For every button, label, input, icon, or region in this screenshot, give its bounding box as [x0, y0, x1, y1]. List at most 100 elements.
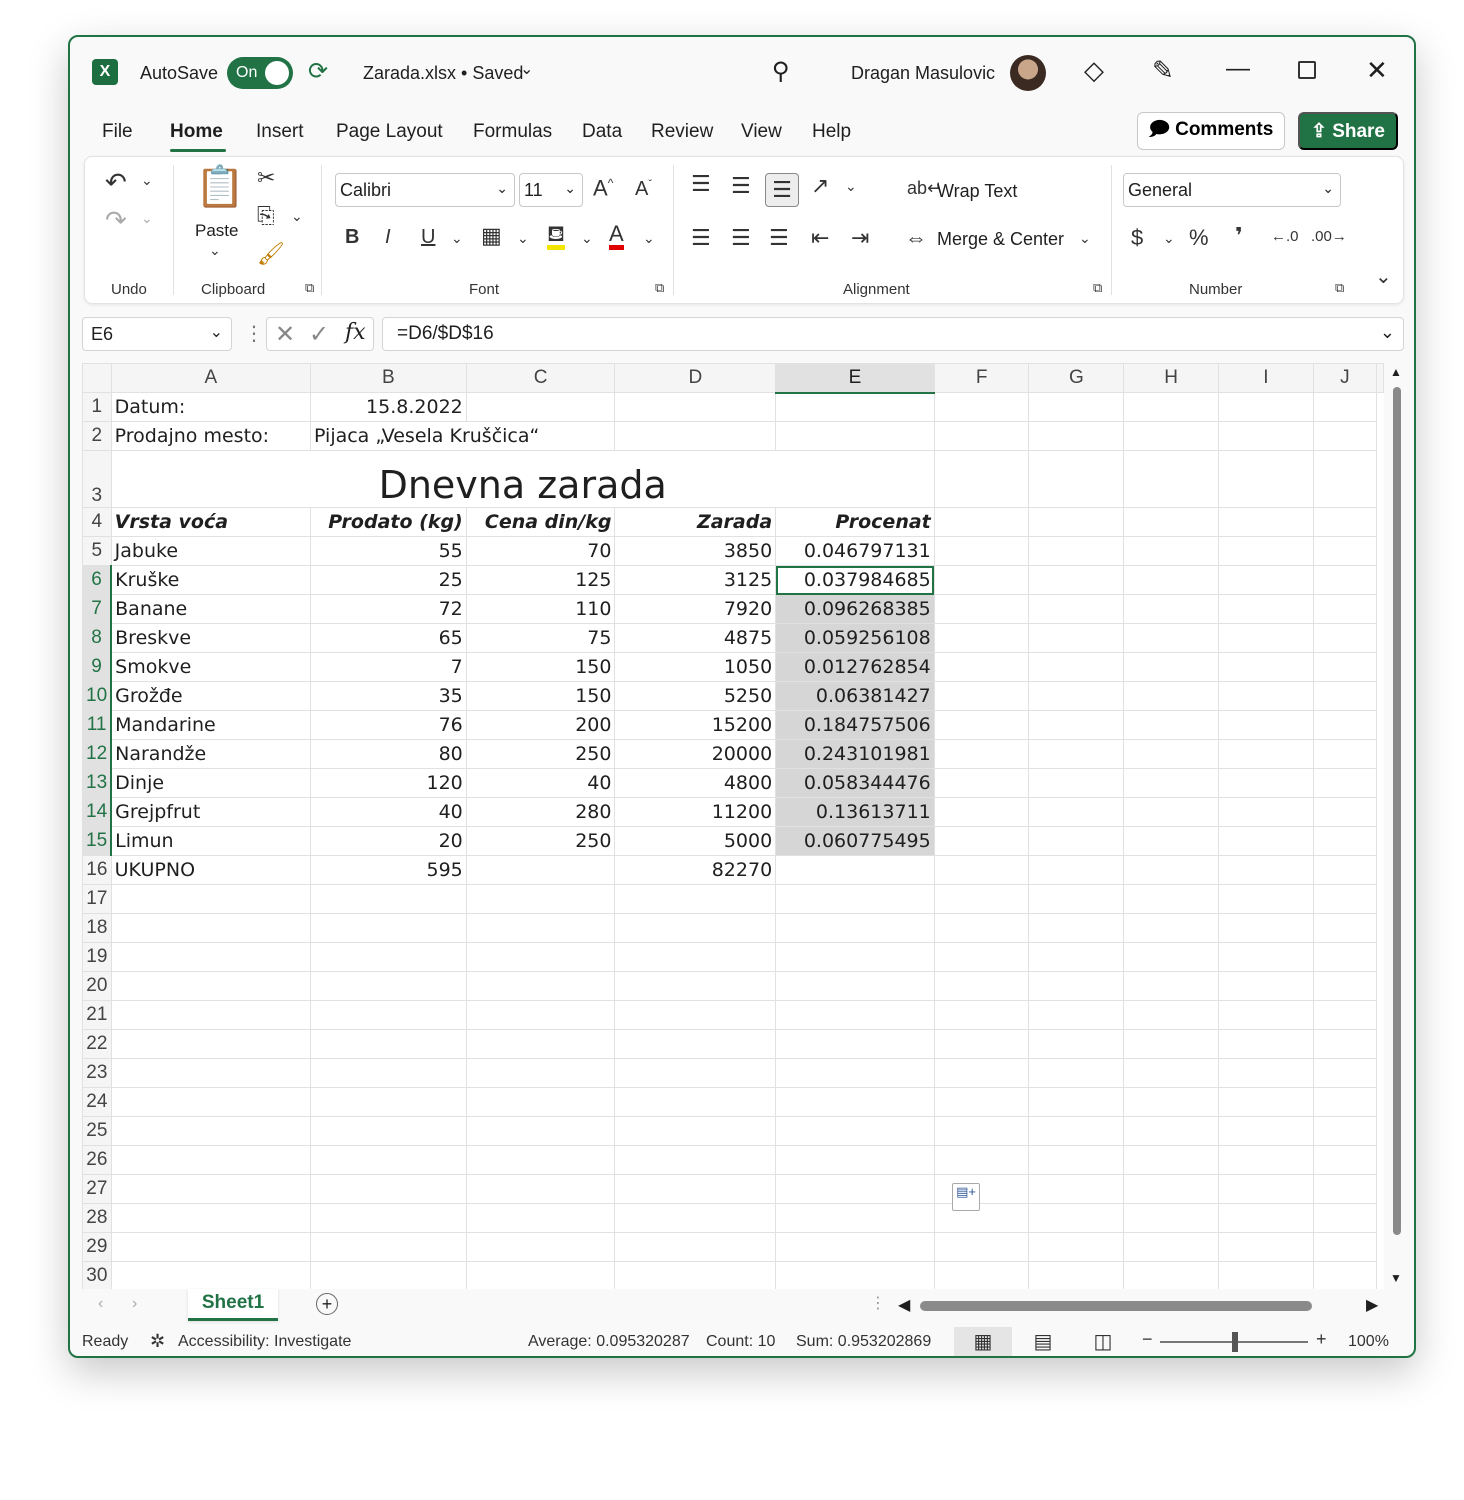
cell[interactable]: 20 [310, 826, 467, 856]
cell[interactable] [1218, 392, 1314, 422]
avatar[interactable] [1010, 55, 1046, 91]
copy-icon[interactable]: ⎘ [257, 205, 275, 227]
maximize-icon[interactable] [1298, 61, 1316, 79]
row-header-15[interactable]: 15 [82, 826, 113, 856]
cell[interactable] [1312, 1174, 1378, 1204]
cell[interactable]: 65 [310, 623, 467, 653]
tab-view[interactable]: View [741, 121, 782, 143]
decrease-indent-icon[interactable]: ⇤ [811, 227, 829, 249]
cell[interactable] [1123, 710, 1220, 740]
cell[interactable] [1028, 507, 1125, 537]
cell[interactable] [465, 1000, 616, 1030]
tab-formulas[interactable]: Formulas [473, 121, 552, 143]
cell[interactable] [1028, 392, 1125, 422]
quick-analysis-icon[interactable]: ▤+ [952, 1183, 980, 1211]
cell[interactable] [1218, 739, 1314, 769]
cell[interactable] [614, 1116, 777, 1146]
cell[interactable]: 25 [310, 565, 467, 595]
cell[interactable] [775, 1174, 935, 1204]
status-count[interactable]: Count: 10 [706, 1333, 775, 1351]
cell[interactable]: Narandže [110, 739, 312, 769]
cell[interactable]: 70 [465, 536, 616, 566]
cell[interactable] [1312, 681, 1378, 711]
cell[interactable] [933, 1203, 1030, 1233]
cell[interactable] [1218, 826, 1314, 856]
cell[interactable] [1028, 1203, 1125, 1233]
cell[interactable]: 150 [465, 652, 616, 682]
cell[interactable] [1028, 942, 1125, 972]
increase-decimal-icon[interactable]: ←.0 [1271, 229, 1299, 244]
chevron-down-icon[interactable]: ⌄ [209, 243, 221, 257]
cell[interactable] [933, 392, 1030, 422]
cell[interactable] [1028, 826, 1125, 856]
add-sheet-icon[interactable]: + [316, 1293, 338, 1315]
cell[interactable] [933, 884, 1030, 914]
fill-color-icon[interactable]: ⛾ [547, 223, 565, 250]
cell[interactable] [1218, 536, 1314, 566]
cell[interactable] [933, 536, 1030, 566]
cell[interactable] [1123, 826, 1220, 856]
align-middle-icon[interactable]: ☰ [731, 175, 751, 197]
cell[interactable]: 11200 [614, 797, 777, 827]
cell[interactable] [775, 1058, 935, 1088]
autosave-toggle[interactable]: On [227, 57, 293, 89]
cell[interactable] [933, 1116, 1030, 1146]
cell-b2[interactable]: Pijaca „Vesela Kruščica“ [309, 421, 616, 451]
cell[interactable] [1218, 768, 1314, 798]
cell[interactable] [465, 1145, 616, 1175]
cell[interactable] [933, 594, 1030, 624]
chevron-down-icon[interactable]: ⌄ [1163, 231, 1175, 245]
cell[interactable] [1028, 768, 1125, 798]
cell[interactable] [614, 913, 777, 943]
cell[interactable] [1123, 1087, 1220, 1117]
chevron-down-icon[interactable]: ⌄ [517, 231, 529, 245]
cell[interactable] [310, 1174, 467, 1204]
cell[interactable] [1028, 884, 1125, 914]
column-title[interactable]: Cena din/kg [465, 507, 616, 537]
row-header-8[interactable]: 8 [82, 623, 113, 653]
cell[interactable] [1123, 971, 1220, 1001]
row-header-26[interactable]: 26 [82, 1145, 112, 1175]
cell[interactable] [1312, 507, 1378, 537]
cell[interactable] [110, 1232, 312, 1262]
cell[interactable]: 110 [465, 594, 616, 624]
tab-data[interactable]: Data [582, 121, 622, 143]
row-header-7[interactable]: 7 [82, 594, 113, 624]
cell[interactable] [614, 1087, 777, 1117]
cell[interactable] [1312, 1000, 1378, 1030]
cell[interactable] [1312, 913, 1378, 943]
cell[interactable] [310, 942, 467, 972]
cell[interactable]: 4875 [614, 623, 777, 653]
cell[interactable] [1028, 623, 1125, 653]
more-options-icon[interactable]: ⋮ [244, 321, 264, 346]
cell[interactable] [775, 1261, 935, 1289]
chevron-down-icon[interactable]: ⌄ [1079, 231, 1091, 245]
cell[interactable] [1123, 1261, 1220, 1289]
cell[interactable] [1218, 942, 1314, 972]
cell[interactable] [1312, 1232, 1378, 1262]
cell[interactable] [110, 884, 312, 914]
cell[interactable] [310, 1029, 467, 1059]
total-zarada[interactable]: 82270 [614, 855, 777, 885]
column-header-f[interactable]: F [933, 363, 1030, 393]
cell[interactable] [1312, 797, 1378, 827]
cell[interactable]: Jabuke [110, 536, 312, 566]
cell[interactable] [1218, 1145, 1314, 1175]
cell[interactable] [465, 1029, 616, 1059]
cell[interactable]: 0.059256108 [775, 623, 935, 653]
cell[interactable] [1123, 1203, 1220, 1233]
cell[interactable] [1123, 1029, 1220, 1059]
cell[interactable] [933, 507, 1030, 537]
cell[interactable]: 1050 [614, 652, 777, 682]
tab-home[interactable]: Home [170, 121, 223, 143]
row-header-30[interactable]: 30 [82, 1261, 112, 1289]
cell[interactable] [110, 942, 312, 972]
cell[interactable]: 80 [310, 739, 467, 769]
cell[interactable]: 4800 [614, 768, 777, 798]
cell[interactable]: 7920 [614, 594, 777, 624]
splitter-icon[interactable]: ⋮ [870, 1293, 886, 1313]
cell[interactable] [1123, 1058, 1220, 1088]
worksheet-grid[interactable]: A B C D E F G H I J 1 Datum: 15.8.2022 2 Prodajno mest… [82, 363, 1384, 1289]
cell[interactable] [1123, 1116, 1220, 1146]
row-header-14[interactable]: 14 [82, 797, 113, 827]
